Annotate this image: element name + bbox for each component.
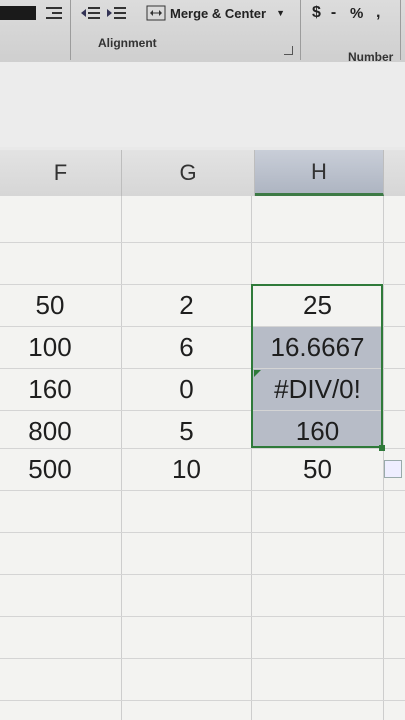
decrease-indent-icon: [81, 7, 100, 19]
increase-indent-button[interactable]: [106, 2, 128, 24]
worksheet-grid: 50 2 25 100 6 16.6667 160 0 #DIV/0! 800 …: [0, 196, 405, 720]
cell-f-3[interactable]: 160: [0, 368, 100, 410]
column-headers: F G H: [0, 150, 405, 197]
decrease-indent-button[interactable]: [80, 2, 102, 24]
gridline: [0, 490, 405, 491]
cell-g-5[interactable]: 10: [122, 448, 251, 490]
fill-color-icon: [0, 6, 36, 20]
gridline: [383, 196, 384, 720]
column-header-h[interactable]: H: [255, 150, 384, 196]
alignment-dialog-launcher[interactable]: [284, 46, 293, 55]
error-indicator-icon[interactable]: [254, 370, 261, 377]
cell-g-1[interactable]: 2: [122, 284, 251, 326]
fill-handle[interactable]: [379, 445, 385, 451]
cell-f-2[interactable]: 100: [0, 326, 100, 368]
align-right-icon: [46, 7, 62, 19]
cell-f-4[interactable]: 800: [0, 410, 100, 452]
ribbon: Merge & Center ▼ $ - % , Alignment Numbe…: [0, 0, 405, 64]
dollar-sign-icon: $: [312, 4, 321, 21]
gridline: [0, 658, 405, 659]
align-right-button[interactable]: [44, 2, 64, 24]
currency-dropdown-icon[interactable]: -: [331, 4, 336, 22]
comma-icon: ,: [376, 4, 381, 21]
cell-h-5[interactable]: 50: [252, 448, 383, 490]
column-header-g[interactable]: G: [122, 150, 255, 196]
cell-f-1[interactable]: 50: [0, 284, 100, 326]
merge-center-button[interactable]: Merge & Center ▼: [146, 2, 285, 24]
gridline: [0, 532, 405, 533]
gridline: [0, 242, 405, 243]
cell-g-3[interactable]: 0: [122, 368, 251, 410]
currency-button[interactable]: $ -: [312, 2, 336, 24]
percent-button[interactable]: %: [350, 2, 363, 24]
chevron-down-icon[interactable]: ▼: [276, 8, 285, 18]
gridline: [0, 616, 405, 617]
gridline: [0, 574, 405, 575]
percent-icon: %: [350, 4, 364, 22]
fill-color-button[interactable]: [0, 2, 38, 24]
selection-range: [251, 284, 383, 448]
merge-cells-icon: [146, 5, 166, 21]
alignment-group-label: Alignment: [98, 36, 157, 50]
cell-g-4[interactable]: 5: [122, 410, 251, 452]
ribbon-separator: [70, 0, 71, 60]
quick-analysis-icon[interactable]: [384, 460, 402, 478]
comma-style-button[interactable]: ,: [376, 2, 380, 24]
ribbon-separator: [300, 0, 301, 60]
cell-g-2[interactable]: 6: [122, 326, 251, 368]
formula-bar-area: [0, 62, 405, 147]
increase-indent-icon: [107, 7, 126, 19]
column-header-f[interactable]: F: [0, 150, 122, 196]
merge-center-label: Merge & Center: [170, 5, 267, 21]
gridline: [0, 700, 405, 701]
cell-f-5[interactable]: 500: [0, 448, 100, 490]
ribbon-separator: [400, 0, 401, 60]
